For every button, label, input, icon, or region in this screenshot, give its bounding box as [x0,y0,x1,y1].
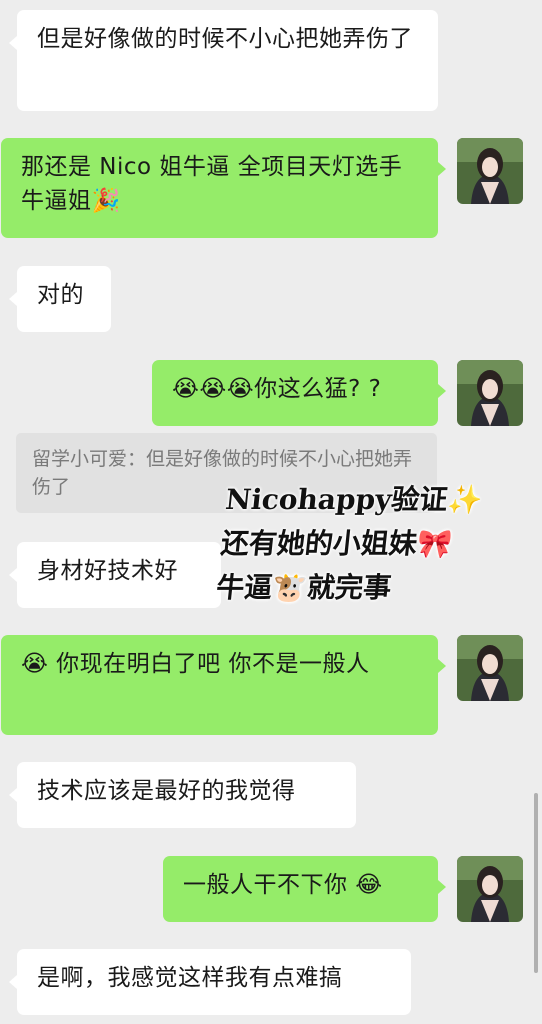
overlay-line-1: Nicohappy验证✨ [223,483,485,516]
message-bubble[interactable]: 😭 你现在明白了吧 你不是一般人 [1,635,438,735]
bubble-tail [438,659,446,673]
message-bubble[interactable]: 技术应该是最好的我觉得 [17,762,356,828]
message-bubble[interactable]: 一般人干不下你 😂 [163,856,438,922]
bubble-tail [9,292,17,306]
user-avatar[interactable] [457,360,523,426]
message-bubble[interactable]: 对的 [17,266,111,332]
message-text: 😭😭😭你这么猛? ? [172,376,382,402]
message-text: 对的 [37,282,84,308]
message-text: 身材好技术好 [37,558,178,584]
message-text: 但是好像做的时候不小心把她弄伤了 [37,26,413,52]
user-avatar[interactable] [457,856,523,922]
overlay-line-2: 还有她的小姐妹🎀 [219,527,454,560]
message-text: 技术应该是最好的我觉得 [37,778,296,804]
scrollbar[interactable] [534,793,538,973]
message-bubble[interactable]: 😭😭😭你这么猛? ? [152,360,438,426]
message-text: 一般人干不下你 😂 [183,872,383,898]
overlay-caption: Nicohappy验证✨ 还有她的小姐妹🎀 牛逼🐮就完事 [214,478,528,610]
message-bubble[interactable]: 身材好技术好 [17,542,221,608]
bubble-tail [438,384,446,398]
message-bubble[interactable]: 但是好像做的时候不小心把她弄伤了 [17,10,438,111]
bubble-tail [9,788,17,802]
user-avatar[interactable] [457,138,523,204]
bubble-tail [9,36,17,50]
user-avatar[interactable] [457,635,523,701]
message-text: 😭 你现在明白了吧 你不是一般人 [21,651,370,677]
message-text: 是啊，我感觉这样我有点难搞 [37,965,343,991]
bubble-tail [9,975,17,989]
message-bubble[interactable]: 那还是 Nico 姐牛逼 全项目天灯选手 牛逼姐🎉 [1,138,438,238]
message-bubble[interactable]: 是啊，我感觉这样我有点难搞 [17,949,411,1015]
bubble-tail [438,880,446,894]
overlay-line-3: 牛逼🐮就完事 [214,571,394,604]
message-text: 那还是 Nico 姐牛逼 全项目天灯选手 牛逼姐🎉 [21,154,403,214]
bubble-tail [438,162,446,176]
bubble-tail [9,568,17,582]
